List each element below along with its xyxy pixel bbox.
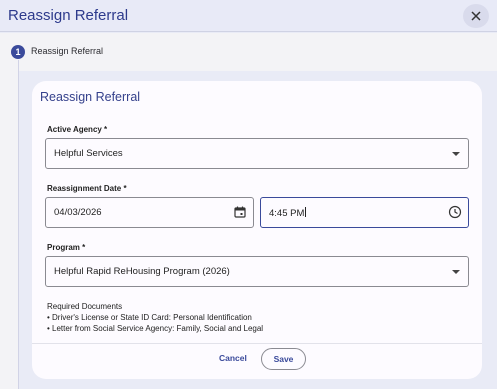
program-value: Helpful Rapid ReHousing Program (2026) — [54, 266, 230, 277]
dialog-header: Reassign Referral — [0, 0, 497, 32]
step-number: 1 — [11, 45, 25, 59]
reassignment-date-label: Reassignment Date * — [47, 184, 127, 193]
reassign-card: Reassign Referral Active Agency * Helpfu… — [32, 81, 482, 379]
date-input[interactable]: 04/03/2026 — [45, 197, 254, 228]
dialog-title: Reassign Referral — [8, 7, 129, 24]
step-label: Reassign Referral — [31, 46, 104, 56]
close-icon — [471, 11, 481, 21]
step-connector — [18, 60, 19, 389]
calendar-icon[interactable] — [233, 205, 247, 219]
time-value: 4:45 PM — [269, 208, 305, 219]
chevron-down-icon — [452, 270, 460, 274]
required-documents-title: Required Documents — [47, 302, 123, 311]
stepper: 1 Reassign Referral — [0, 33, 497, 71]
active-agency-value: Helpful Services — [54, 148, 123, 159]
right-edge — [492, 71, 497, 389]
time-input[interactable]: 4:45 PM — [260, 197, 469, 228]
card-footer — [32, 343, 482, 379]
cancel-button[interactable]: Cancel — [219, 353, 247, 363]
chevron-down-icon — [452, 152, 460, 156]
date-value: 04/03/2026 — [54, 207, 102, 218]
close-button[interactable] — [463, 4, 489, 28]
document-item: • Letter from Social Service Agency: Fam… — [47, 324, 264, 333]
stepper-gutter — [0, 71, 18, 389]
text-cursor — [305, 207, 307, 217]
program-select[interactable]: Helpful Rapid ReHousing Program (2026) — [45, 256, 469, 287]
save-button[interactable]: Save — [261, 348, 306, 370]
document-item: • Driver's License or State ID Card: Per… — [47, 313, 252, 322]
active-agency-label: Active Agency * — [47, 125, 108, 134]
program-label: Program * — [47, 243, 86, 252]
active-agency-select[interactable]: Helpful Services — [45, 138, 469, 169]
card-title: Reassign Referral — [40, 90, 141, 104]
clock-icon[interactable] — [448, 205, 462, 219]
